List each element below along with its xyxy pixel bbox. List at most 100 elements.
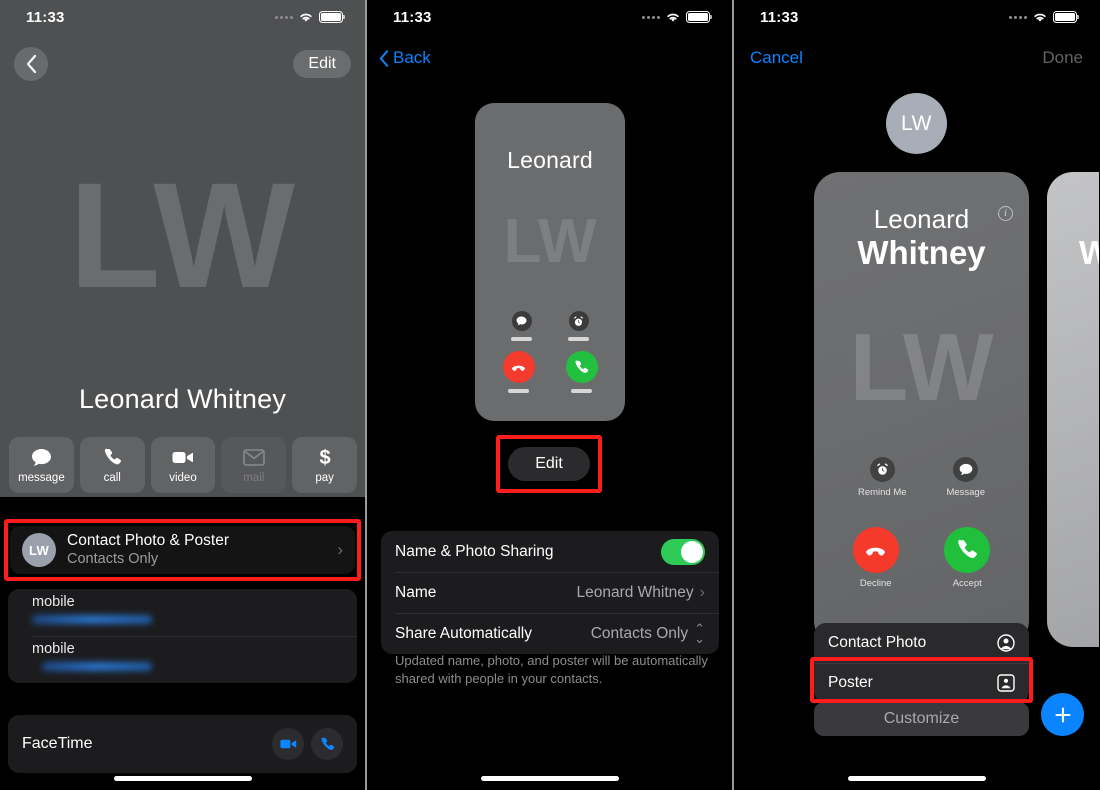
poster-first-name: Leonard (873, 204, 970, 234)
row-share-automatically[interactable]: Share Automatically Contacts Only ⌃ ⌄ (381, 613, 719, 654)
phone-label: mobile (32, 641, 75, 657)
chevron-right-icon: › (337, 540, 343, 559)
wifi-icon (1032, 11, 1048, 23)
back-chevron-icon (379, 49, 389, 67)
status-time: 11:33 (26, 8, 65, 26)
back-chevron-icon (26, 55, 36, 73)
nav-row-1: Edit (0, 44, 365, 84)
poster-preview-call-buttons (475, 351, 625, 393)
decline-button: Decline (852, 527, 899, 589)
preview-decline (502, 351, 535, 393)
alarm-clock-icon (568, 311, 589, 331)
edit-button[interactable]: Edit (293, 50, 351, 78)
dollar-sign-icon: $ (318, 447, 332, 469)
button-label: Accept (952, 578, 982, 589)
row-name-photo-sharing[interactable]: Name & Photo Sharing (381, 531, 719, 572)
home-indicator (847, 776, 986, 781)
action-video[interactable]: video (150, 437, 216, 493)
poster-preview-initials: LW (503, 207, 597, 276)
phone-handset-icon (320, 737, 334, 750)
decline-phone-icon (502, 351, 535, 383)
plus-icon (1054, 706, 1071, 723)
poster-mini-buttons: Remind Me Message (814, 457, 1029, 498)
facetime-card: FaceTime (8, 715, 357, 773)
name-photo-sharing-toggle[interactable] (661, 538, 705, 565)
poster-preview-name: Leonard (507, 147, 593, 173)
panel-contact-poster-settings: 11:33 Back Leonard LW Edit Name & Photo … (367, 0, 732, 790)
action-message[interactable]: message (9, 437, 74, 493)
chevron-right-icon: › (699, 583, 705, 601)
avatar: LW (22, 533, 56, 567)
wifi-icon (298, 11, 314, 23)
cancel-button[interactable]: Cancel (750, 48, 803, 68)
back-button[interactable]: Back (379, 48, 431, 68)
status-indicators (1009, 11, 1080, 23)
status-time: 11:33 (393, 8, 432, 26)
action-pay[interactable]: $ pay (292, 437, 357, 493)
back-button[interactable] (14, 47, 48, 81)
facetime-buttons (272, 728, 343, 760)
poster-call-buttons: Decline Accept (814, 527, 1029, 589)
action-call[interactable]: call (79, 437, 145, 493)
contact-action-buttons: message call video mail $ pay (9, 437, 357, 493)
redacted-phone-number (42, 662, 152, 672)
signal-dots-icon (642, 15, 660, 19)
button-label: Remind Me (857, 487, 907, 498)
customize-button[interactable]: Customize (814, 702, 1029, 736)
action-label: video (169, 471, 197, 484)
action-label: message (18, 471, 65, 484)
row-value: Contacts Only (590, 624, 689, 642)
row-name[interactable]: Name Leonard Whitney › (381, 572, 719, 613)
preview-accept (565, 351, 598, 393)
poster-card[interactable]: i Leonard Whitney LW Remind Me Message D… (814, 172, 1029, 647)
signal-dots-icon (275, 15, 293, 19)
panel-contact-detail: 11:33 Edit LW Leonard Whitney message ca… (0, 0, 365, 790)
alarm-clock-icon (869, 457, 895, 482)
button-label: Message (946, 487, 986, 498)
button-label: Decline (859, 578, 892, 589)
status-bar-1: 11:33 (0, 0, 365, 34)
row-value: Leonard Whitney (576, 583, 694, 601)
poster-initials: LW (849, 314, 994, 421)
phone-handset-icon (944, 527, 991, 573)
preview-label-placeholder (571, 389, 592, 393)
svg-text:$: $ (319, 447, 330, 468)
signal-dots-icon (1009, 15, 1027, 19)
poster-preview-card[interactable]: Leonard LW (475, 103, 625, 421)
chevron-updown-icon: ⌃ ⌄ (694, 621, 705, 646)
phone-label: mobile (32, 594, 75, 610)
wifi-icon (665, 11, 681, 23)
action-label: pay (315, 471, 334, 484)
menu-item-label: Contact Photo (828, 634, 927, 651)
menu-item-poster[interactable]: Poster (814, 663, 1029, 703)
battery-icon (1053, 11, 1080, 23)
decline-phone-icon (852, 527, 899, 573)
status-bar-3: 11:33 (734, 0, 1099, 34)
add-poster-button[interactable] (1041, 693, 1084, 736)
done-button[interactable]: Done (1042, 48, 1083, 68)
preview-label-placeholder (508, 389, 529, 393)
edit-button[interactable]: Edit (508, 447, 590, 481)
contact-photo-poster-row[interactable]: LW Contact Photo & Poster Contacts Only … (10, 526, 355, 574)
menu-item-contact-photo[interactable]: Contact Photo (814, 623, 1029, 663)
mini-message (511, 311, 532, 341)
sharing-footer-note: Updated name, photo, and poster will be … (395, 653, 708, 686)
battery-icon (686, 11, 713, 23)
remind-me-button: Remind Me (858, 457, 907, 498)
phone-row[interactable]: mobile (8, 636, 357, 683)
row-title: Contact Photo & Poster (67, 531, 229, 549)
status-indicators (275, 11, 346, 23)
status-bar-2: 11:33 (367, 0, 732, 34)
poster-preview-mini-buttons (475, 311, 625, 341)
contact-initials-large: LW (69, 151, 296, 319)
row-key: Name & Photo Sharing (395, 542, 554, 560)
action-mail: mail (221, 437, 287, 493)
facetime-audio-button[interactable] (311, 728, 343, 760)
row-key: Share Automatically (395, 624, 532, 642)
facetime-video-button[interactable] (272, 728, 304, 760)
poster-context-menu: Contact Photo Poster (814, 623, 1029, 703)
phone-row[interactable]: mobile (8, 589, 357, 636)
next-poster-card[interactable]: W (1047, 172, 1099, 647)
portrait-frame-icon (996, 674, 1015, 693)
contact-avatar[interactable]: LW (886, 93, 947, 154)
